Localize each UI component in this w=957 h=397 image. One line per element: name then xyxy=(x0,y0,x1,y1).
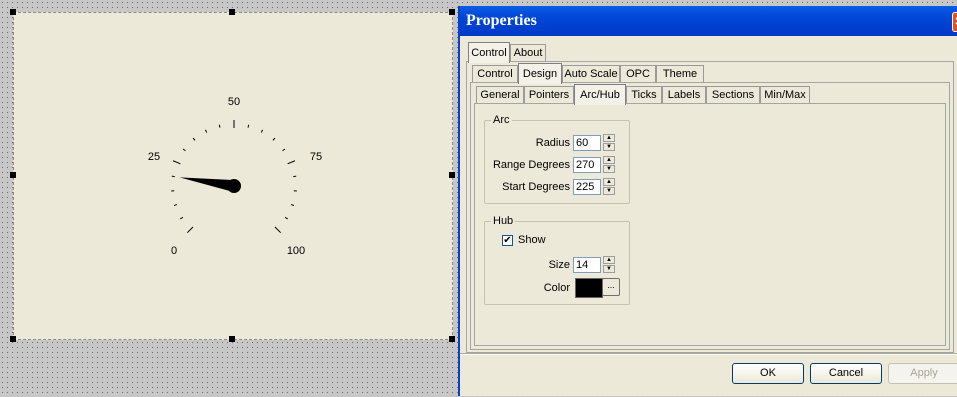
selection-handle-top-left[interactable] xyxy=(10,9,16,15)
gauge-major-tick xyxy=(275,227,281,233)
tab-pointers[interactable]: Pointers xyxy=(524,86,574,104)
range-degrees-spinner[interactable]: ▲ ▼ xyxy=(603,156,615,174)
angular-gauge[interactable]: 0 25 50 75 100 xyxy=(14,13,452,339)
hub-legend: Hub xyxy=(491,215,515,227)
gauge-label-0: 0 xyxy=(171,245,177,257)
gauge-needle xyxy=(180,177,235,192)
gauge-minor-tick xyxy=(273,138,275,140)
size-label: Size xyxy=(520,259,570,271)
gauge-minor-tick xyxy=(180,217,183,219)
start-degrees-label: Start Degrees xyxy=(480,181,570,193)
down-arrow-icon[interactable]: ▼ xyxy=(603,165,615,173)
gauge-minor-tick xyxy=(291,205,294,206)
cancel-button[interactable]: Cancel xyxy=(810,363,882,384)
up-arrow-icon[interactable]: ▲ xyxy=(603,156,615,164)
apply-button[interactable]: Apply xyxy=(888,363,957,384)
gauge-minor-tick xyxy=(285,217,288,219)
selection-handle-left[interactable] xyxy=(10,172,16,178)
design-surface: 0 25 50 75 100 xyxy=(0,0,458,390)
gauge-minor-tick xyxy=(193,138,195,140)
tab-opc[interactable]: OPC xyxy=(620,65,656,83)
up-arrow-icon[interactable]: ▲ xyxy=(603,256,615,264)
third-tab-row: General Pointers Arc/Hub Ticks Labels Se… xyxy=(476,86,876,104)
show-checkbox[interactable]: ✔ xyxy=(502,235,513,246)
tab-control[interactable]: Control xyxy=(472,65,518,83)
selection-handle-top-right[interactable] xyxy=(449,9,455,15)
tab-ticks[interactable]: Ticks xyxy=(626,86,662,104)
gauge-label-100: 100 xyxy=(287,245,305,257)
tab-general[interactable]: General xyxy=(476,86,524,104)
gauge-minor-tick xyxy=(248,125,249,128)
close-icon[interactable]: ✕ xyxy=(952,12,957,32)
radius-input[interactable]: 60 xyxy=(573,135,601,151)
show-label: Show xyxy=(518,234,546,246)
gauge-major-tick xyxy=(173,161,180,164)
hub-size-spinner[interactable]: ▲ ▼ xyxy=(603,256,615,274)
tab-min-max[interactable]: Min/Max xyxy=(760,86,810,104)
gauge-minor-tick xyxy=(205,130,206,133)
color-picker-button[interactable]: ... xyxy=(602,278,620,296)
selection-handle-bottom-left[interactable] xyxy=(10,336,16,342)
tab-auto-scale[interactable]: Auto Scale xyxy=(562,65,620,83)
start-degrees-spinner[interactable]: ▲ ▼ xyxy=(603,178,615,196)
selection-handle-bottom-right[interactable] xyxy=(449,336,455,342)
tab-sections[interactable]: Sections xyxy=(706,86,760,104)
title-bar[interactable]: Properties ✕ xyxy=(460,6,957,36)
gauge-ticks xyxy=(171,120,297,233)
top-tab-row: Control About xyxy=(468,44,668,62)
gauge-minor-tick xyxy=(219,125,220,128)
up-arrow-icon[interactable]: ▲ xyxy=(603,178,615,186)
tab-arc-hub[interactable]: Arc/Hub xyxy=(574,84,626,105)
color-label: Color xyxy=(520,282,570,294)
selection-handle-top[interactable] xyxy=(229,9,235,15)
gauge-minor-tick xyxy=(174,205,177,206)
gauge-major-tick xyxy=(187,227,193,233)
arc-legend: Arc xyxy=(491,114,512,126)
hub-color-swatch[interactable] xyxy=(575,278,603,298)
tab-design[interactable]: Design xyxy=(518,63,562,84)
down-arrow-icon[interactable]: ▼ xyxy=(603,187,615,195)
tab-theme[interactable]: Theme xyxy=(656,65,704,83)
range-degrees-label: Range Degrees xyxy=(480,159,570,171)
range-degrees-input[interactable]: 270 xyxy=(573,157,601,173)
gauge-minor-tick xyxy=(261,130,262,133)
gauge-label-50: 50 xyxy=(228,96,240,108)
gauge-minor-tick xyxy=(183,149,185,151)
gauge-major-tick xyxy=(288,161,295,164)
radius-spinner[interactable]: ▲ ▼ xyxy=(603,134,615,152)
tab-labels[interactable]: Labels xyxy=(662,86,706,104)
dialog-button-bar: OK Cancel Apply xyxy=(460,354,957,397)
down-arrow-icon[interactable]: ▼ xyxy=(603,265,615,273)
form-canvas[interactable]: 0 25 50 75 100 xyxy=(13,12,453,340)
tab-control-top[interactable]: Control xyxy=(468,42,510,63)
start-degrees-input[interactable]: 225 xyxy=(573,179,601,195)
tab-about[interactable]: About xyxy=(510,44,546,62)
gauge-label-75: 75 xyxy=(310,151,322,163)
hub-size-input[interactable]: 14 xyxy=(573,257,601,273)
radius-label: Radius xyxy=(490,137,570,149)
ok-button[interactable]: OK xyxy=(732,363,804,384)
gauge-minor-tick xyxy=(283,149,285,151)
window-title: Properties xyxy=(466,12,537,30)
gauge-hub xyxy=(227,179,241,193)
selection-handle-right[interactable] xyxy=(449,172,455,178)
selection-handle-bottom[interactable] xyxy=(229,336,235,342)
second-tab-row: Control Design Auto Scale OPC Theme xyxy=(472,65,772,83)
gauge-label-25: 25 xyxy=(148,151,160,163)
properties-window: Properties ✕ Control About Control Desig… xyxy=(458,6,957,396)
down-arrow-icon[interactable]: ▼ xyxy=(603,143,615,151)
up-arrow-icon[interactable]: ▲ xyxy=(603,134,615,142)
